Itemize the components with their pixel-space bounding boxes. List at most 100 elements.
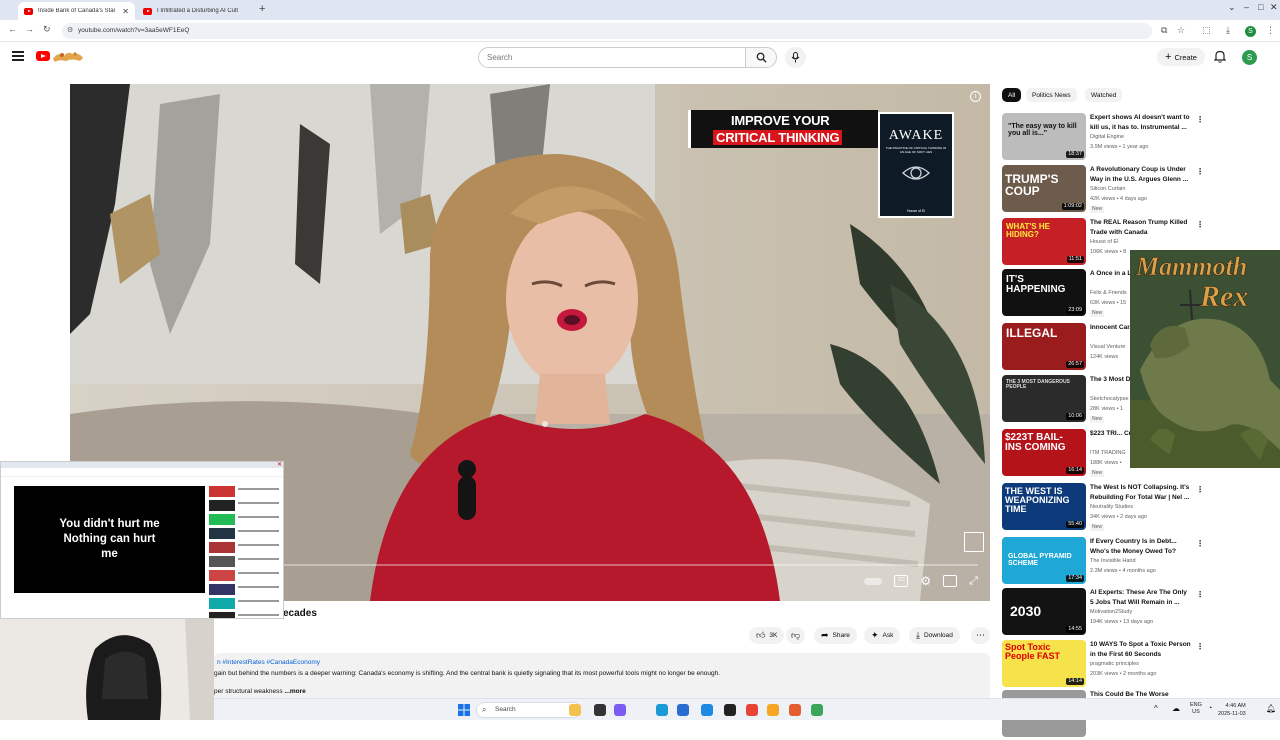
notifications-bell-icon[interactable]	[1214, 50, 1226, 63]
app-icon[interactable]	[811, 704, 823, 716]
video-title-link[interactable]: The West Is NOT Collapsing. It's Rebuild…	[1090, 483, 1192, 503]
channel-name[interactable]: ITM TRADING	[1090, 450, 1126, 456]
wifi-icon[interactable]: ◔	[1208, 705, 1212, 712]
channel-name[interactable]: House of El	[1090, 239, 1118, 245]
more-vert-icon[interactable]: ⋮	[1196, 642, 1204, 651]
hashtags[interactable]: n #InterestRates #CanadaEconomy	[217, 659, 320, 666]
site-info-icon[interactable]: ⚙	[67, 23, 73, 39]
tray-chevron-icon[interactable]: ^	[1154, 704, 1158, 713]
channel-name[interactable]: Sketchocalypse	[1090, 396, 1129, 402]
youtube-logo-icon[interactable]	[36, 51, 50, 61]
video-thumbnail[interactable]: GLOBAL PYRAMID SCHEME 17:34	[1002, 537, 1086, 584]
channel-name[interactable]: Digital Engine	[1090, 134, 1124, 140]
mammoth-rex-overlay-ad[interactable]: Mammoth Rex	[1130, 250, 1280, 468]
like-button[interactable]: 👍︎ 3K	[749, 627, 785, 644]
chip-politics-news[interactable]: Politics News	[1026, 88, 1077, 102]
taskbar-search-box[interactable]: ⌕ Search	[476, 702, 581, 718]
channel-name[interactable]: The Invisible Hand	[1090, 558, 1136, 564]
show-more-link[interactable]: ...more	[284, 688, 305, 695]
create-button[interactable]: + Create	[1157, 48, 1205, 66]
microsoft-store-icon[interactable]	[677, 704, 689, 716]
channel-name[interactable]: pragmatic principles	[1090, 661, 1139, 667]
dislike-button[interactable]: 👎︎	[786, 627, 806, 644]
download-button[interactable]: ⤓ Download	[909, 627, 960, 644]
back-arrow-icon[interactable]: ←	[8, 24, 17, 34]
chrome-browser-icon[interactable]	[746, 704, 758, 716]
channel-name[interactable]: Visual Venture	[1090, 344, 1125, 350]
notification-icon[interactable]: 🔔︎	[1266, 704, 1276, 713]
app-icon[interactable]	[789, 704, 801, 716]
bookmark-star-icon[interactable]: ☆	[1177, 25, 1185, 36]
channel-watermark-icon[interactable]	[964, 532, 984, 552]
browser-tab[interactable]: I Infiltrated a Disturbing AI Cult	[137, 2, 255, 20]
video-title-link[interactable]: 10 WAYS To Spot a Toxic Person in the Fi…	[1090, 640, 1192, 660]
youtube-doodle-logo-icon[interactable]	[52, 49, 84, 63]
captions-icon[interactable]: CC	[894, 575, 909, 587]
video-title-link[interactable]: The REAL Reason Trump Killed Trade with …	[1090, 218, 1192, 238]
video-thumbnail[interactable]: TRUMP'S COUP 1:09:02	[1002, 165, 1086, 212]
search-button[interactable]	[745, 47, 777, 68]
keyboard-language[interactable]: ENG US	[1190, 702, 1202, 716]
file-explorer-folder-icon[interactable]	[569, 704, 581, 716]
new-tab-plus-icon[interactable]: +	[259, 3, 265, 15]
account-avatar[interactable]: S	[1242, 50, 1257, 65]
video-thumbnail[interactable]: Spot Toxic People FAST 14:14	[1002, 640, 1086, 687]
more-vert-icon[interactable]: ⋮	[1196, 115, 1204, 124]
terminal-icon[interactable]	[724, 704, 736, 716]
video-title-link[interactable]: Expert shows AI doesn't want to kill us,…	[1090, 113, 1192, 133]
copilot-icon[interactable]	[614, 704, 626, 716]
recommendation-item[interactable]: Spot Toxic People FAST 14:14 10 WAYS To Sp…	[1002, 640, 1204, 690]
system-clock[interactable]: 4:46 AM 2025-11-03	[1218, 702, 1246, 718]
book-cover-promo[interactable]: AWAKE THE PRACTICE OF CRITICAL THINKING …	[878, 112, 954, 218]
share-button[interactable]: ➦ Share	[814, 627, 857, 644]
mini-video-player[interactable]: You didn't hurt me Nothing can hurt me	[14, 486, 205, 593]
recommendation-item[interactable]: 2030 14:55 AI Experts: These Are The Only …	[1002, 588, 1204, 638]
more-actions-button[interactable]: ⋯	[971, 627, 990, 644]
windows-start-icon[interactable]	[458, 704, 470, 716]
browser-profile-avatar[interactable]: S	[1245, 26, 1256, 37]
video-thumbnail[interactable]: IT'S HAPPENING 23:09	[1002, 269, 1086, 316]
chip-watched[interactable]: Watched	[1085, 88, 1123, 102]
close-tab-icon[interactable]: ✕	[122, 7, 129, 16]
recommendation-item[interactable]: TRUMP'S COUP 1:09:02 A Revolutionary Coup …	[1002, 165, 1204, 215]
channel-name[interactable]: Felix & Friends	[1090, 290, 1127, 296]
chip-all[interactable]: All	[1002, 88, 1022, 102]
maximize-icon[interactable]: □	[1258, 2, 1263, 12]
video-thumbnail[interactable]: 2030 14:55	[1002, 588, 1086, 635]
extensions-icon[interactable]: ⬚	[1202, 25, 1211, 36]
description-box[interactable]: n #InterestRates #CanadaEconomy gain but…	[214, 653, 990, 701]
search-input[interactable]: Search	[478, 47, 746, 68]
video-thumbnail[interactable]: $223T BAIL-INS COMING 16:14	[1002, 429, 1086, 476]
video-thumbnail[interactable]: ILLEGAL 26:57	[1002, 323, 1086, 370]
video-title-link[interactable]: If Every Country Is in Debt... Who's the…	[1090, 537, 1192, 557]
more-vert-icon[interactable]: ⋮	[1196, 590, 1204, 599]
menu-hamburger-icon[interactable]	[12, 51, 24, 61]
task-view-icon[interactable]	[594, 704, 606, 716]
minimize-icon[interactable]: –	[1244, 2, 1249, 12]
more-vert-icon[interactable]: ⋮	[1196, 485, 1204, 494]
video-promo-banner[interactable]: IMPROVE YOUR CRITICAL THINKING	[688, 110, 878, 148]
picture-in-picture-window[interactable]: ✕ You didn't hurt me Nothing can hurt me	[0, 461, 284, 619]
chrome-menu-icon[interactable]: ⋮	[1266, 25, 1275, 36]
cloud-icon[interactable]: ☁	[1172, 704, 1180, 713]
more-vert-icon[interactable]: ⋮	[1196, 167, 1204, 176]
close-window-icon[interactable]: ✕	[1270, 2, 1278, 13]
recommendation-item[interactable]: THE WEST IS WEAPONIZING TIME 55:40 The Wes…	[1002, 483, 1204, 533]
recommendation-item[interactable]: GLOBAL PYRAMID SCHEME 17:34 If Every Count…	[1002, 537, 1204, 587]
video-title-link[interactable]: AI Experts: These Are The Only 5 Jobs Th…	[1090, 588, 1192, 608]
channel-name[interactable]: Motivation2Study	[1090, 609, 1132, 615]
video-title-link[interactable]: A Revolutionary Coup is Under Way in the…	[1090, 165, 1192, 185]
fullscreen-icon[interactable]: ⤢	[969, 575, 978, 588]
video-thumbnail[interactable]: "The easy way to kill you all is..." 18:3…	[1002, 113, 1086, 160]
edge-browser-icon[interactable]	[656, 704, 668, 716]
video-thumbnail[interactable]: WHAT'S HE HIDING? 11:51	[1002, 218, 1086, 265]
forward-arrow-icon[interactable]: →	[25, 24, 34, 34]
install-app-icon[interactable]: ⧉	[1161, 25, 1167, 36]
settings-gear-icon[interactable]: ⚙	[920, 574, 931, 588]
tab-search-icon[interactable]: ⌄	[1228, 2, 1236, 13]
miniplayer-icon[interactable]	[943, 575, 958, 587]
video-thumbnail[interactable]: THE WEST IS WEAPONIZING TIME 55:40	[1002, 483, 1086, 530]
voice-search-button[interactable]	[785, 47, 806, 68]
browser-tab-active[interactable]: Inside Bank of Canada's Starkes ✕	[18, 2, 135, 20]
video-thumbnail[interactable]: THE 3 MOST DANGEROUS PEOPLE 10:06	[1002, 375, 1086, 422]
